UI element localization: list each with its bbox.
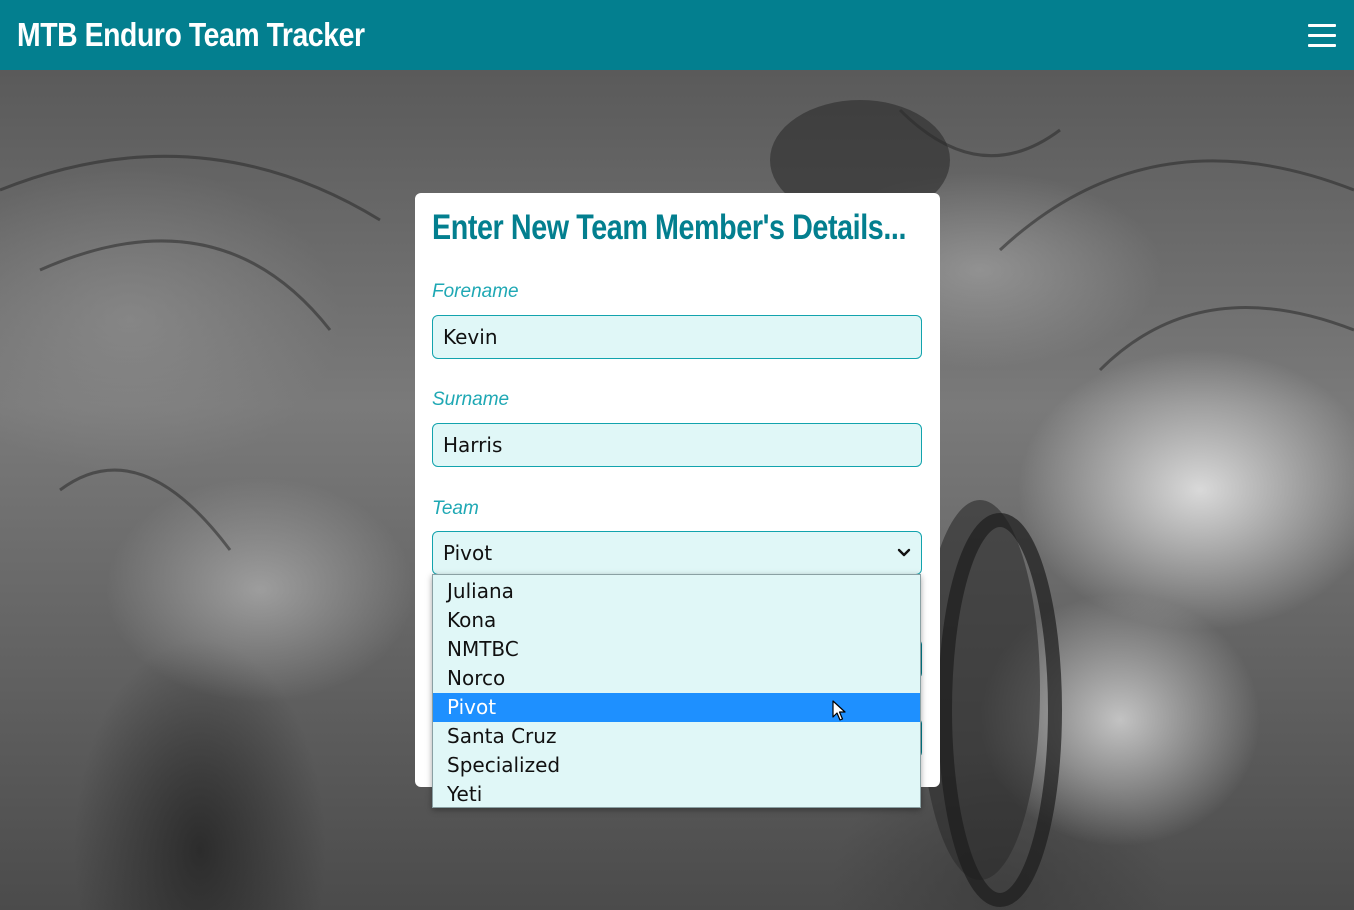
forename-input[interactable] — [432, 315, 922, 359]
team-label: Team — [432, 498, 479, 519]
mouse-pointer-icon — [832, 700, 846, 726]
team-option[interactable]: Juliana — [433, 577, 920, 606]
app-title[interactable]: MTB Enduro Team Tracker — [17, 16, 365, 54]
chevron-down-icon — [897, 548, 911, 558]
hamburger-line — [1308, 34, 1336, 37]
team-option[interactable]: Kona — [433, 606, 920, 635]
top-navbar: MTB Enduro Team Tracker — [0, 0, 1354, 70]
team-option[interactable]: Norco — [433, 664, 920, 693]
hamburger-menu-icon[interactable] — [1308, 23, 1336, 47]
team-option[interactable]: Santa Cruz — [433, 722, 920, 751]
team-option[interactable]: NMTBC — [433, 635, 920, 664]
team-dropdown-list: Juliana Kona NMTBC Norco Pivot Santa Cru… — [432, 574, 921, 808]
form-heading: Enter New Team Member's Details... — [432, 208, 907, 247]
forename-label: Forename — [432, 281, 519, 302]
hamburger-line — [1308, 24, 1336, 27]
hamburger-line — [1308, 44, 1336, 47]
team-select-value: Pivot — [443, 541, 493, 565]
surname-label: Surname — [432, 389, 510, 410]
team-option-highlighted[interactable]: Pivot — [433, 693, 920, 722]
surname-input[interactable] — [432, 423, 922, 467]
team-option[interactable]: Yeti — [433, 780, 920, 809]
team-option[interactable]: Specialized — [433, 751, 920, 780]
team-select[interactable]: Pivot — [432, 531, 922, 575]
